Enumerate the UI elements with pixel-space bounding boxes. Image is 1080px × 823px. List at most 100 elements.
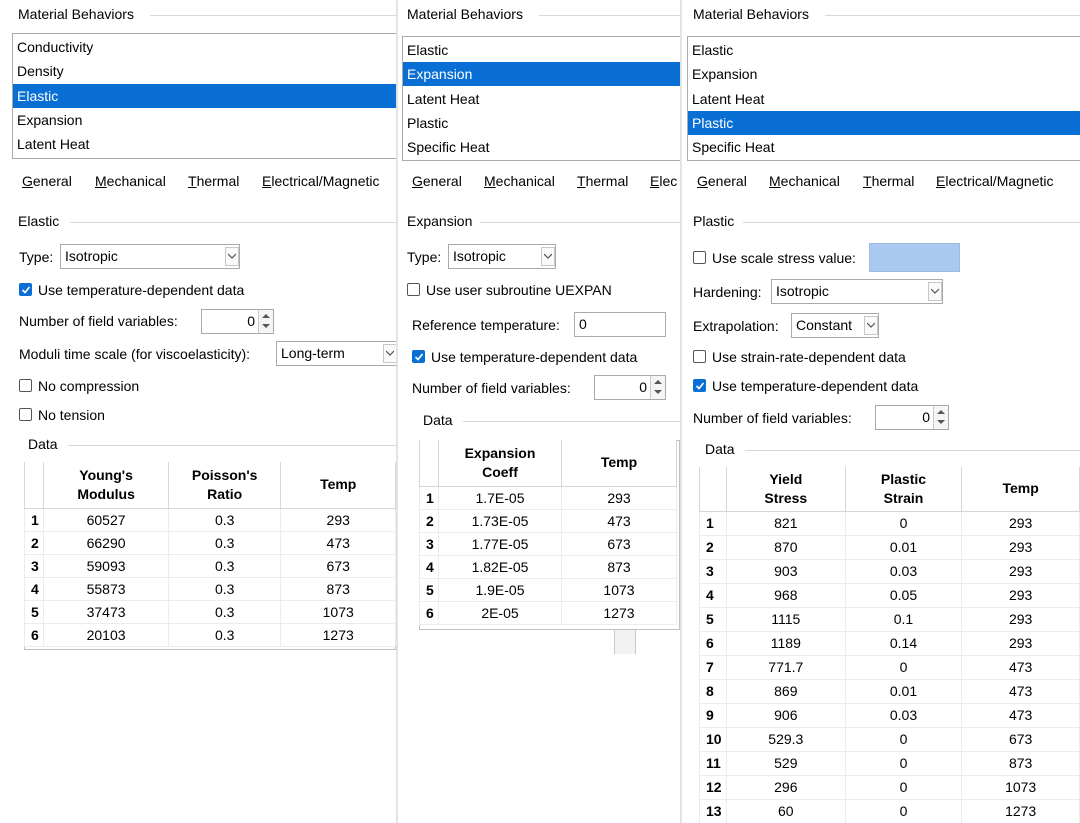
table-cell[interactable]: 0.05 xyxy=(844,582,963,608)
list-item-specific-heat[interactable]: Specific Heat xyxy=(403,135,680,159)
table-row[interactable]: 6 2E-05 1273 xyxy=(419,600,677,625)
table-cell[interactable]: 1.82E-05 xyxy=(438,554,562,579)
list-item-elastic[interactable]: Elastic xyxy=(13,84,396,108)
behaviors-list[interactable]: Elastic Expansion Latent Heat Plastic Sp… xyxy=(402,36,680,161)
table-cell[interactable]: 906 xyxy=(725,702,846,728)
list-item-latent-heat[interactable]: Latent Heat xyxy=(688,87,1080,111)
list-item-density[interactable]: Density xyxy=(13,59,396,83)
table-cell[interactable]: 529.3 xyxy=(725,726,846,752)
table-row[interactable]: 3 903 0.03 293 xyxy=(699,558,1080,584)
list-item-specific-heat[interactable]: Specific Heat xyxy=(688,135,1080,159)
list-item-conductivity[interactable]: Conductivity xyxy=(13,35,396,59)
table-cell[interactable]: 1115 xyxy=(725,606,846,632)
hardening-select[interactable]: Isotropic xyxy=(771,279,943,304)
scrollbar-thumb[interactable] xyxy=(614,630,636,654)
type-select[interactable]: Isotropic xyxy=(60,244,240,269)
spinner-arrows-icon[interactable] xyxy=(933,406,948,429)
table-cell[interactable]: 473 xyxy=(280,530,396,555)
table-row[interactable]: 6 1189 0.14 293 xyxy=(699,630,1080,656)
list-item-plastic[interactable]: Plastic xyxy=(403,111,680,135)
table-cell[interactable]: 529 xyxy=(725,750,846,776)
table-cell[interactable]: 293 xyxy=(961,606,1080,632)
table-row[interactable]: 3 1.77E-05 673 xyxy=(419,531,677,556)
table-cell[interactable]: 2E-05 xyxy=(438,600,562,625)
table-row[interactable]: 2 1.73E-05 473 xyxy=(419,508,677,533)
table-cell[interactable]: 37473 xyxy=(43,599,169,624)
table-cell[interactable]: 1.73E-05 xyxy=(438,508,562,533)
col-header-temp[interactable]: Temp xyxy=(561,440,677,487)
table-cell[interactable]: 821 xyxy=(725,510,846,536)
table-row[interactable]: 2 870 0.01 293 xyxy=(699,534,1080,560)
menu-electrical-magnetic[interactable]: Elec xyxy=(650,173,677,189)
list-item-latent-heat[interactable]: Latent Heat xyxy=(403,87,680,111)
table-cell[interactable]: 0.3 xyxy=(167,530,282,555)
menu-mechanical[interactable]: Mechanical xyxy=(769,173,840,189)
table-cell[interactable]: 968 xyxy=(725,582,846,608)
table-cell[interactable]: 0.3 xyxy=(167,507,282,532)
table-cell[interactable]: 1.7E-05 xyxy=(438,485,562,510)
menu-thermal[interactable]: Thermal xyxy=(863,173,914,189)
table-cell[interactable]: 0.1 xyxy=(844,606,963,632)
menu-general[interactable]: General xyxy=(412,173,462,189)
table-cell[interactable]: 1073 xyxy=(961,774,1080,800)
table-cell[interactable]: 903 xyxy=(725,558,846,584)
table-row[interactable]: 3 59093 0.3 673 xyxy=(23,553,396,578)
list-item-expansion[interactable]: Expansion xyxy=(13,108,396,132)
spinner-arrows-icon[interactable] xyxy=(258,310,273,333)
table-cell[interactable]: 1073 xyxy=(561,577,677,602)
col-header-plastic-strain[interactable]: Plastic Strain xyxy=(844,467,963,512)
table-cell[interactable]: 673 xyxy=(961,726,1080,752)
table-cell[interactable]: 473 xyxy=(561,508,677,533)
table-cell[interactable]: 673 xyxy=(280,553,396,578)
menu-mechanical[interactable]: Mechanical xyxy=(95,173,166,189)
table-cell[interactable]: 1273 xyxy=(961,798,1080,823)
table-cell[interactable]: 0.01 xyxy=(844,678,963,704)
table-row[interactable]: 5 1115 0.1 293 xyxy=(699,606,1080,632)
table-row[interactable]: 9 906 0.03 473 xyxy=(699,702,1080,728)
table-cell[interactable]: 60 xyxy=(725,798,846,823)
menu-general[interactable]: General xyxy=(22,173,72,189)
col-header-youngs-modulus[interactable]: Young's Modulus xyxy=(43,462,169,509)
table-cell[interactable]: 0.03 xyxy=(844,558,963,584)
list-item-latent-heat[interactable]: Latent Heat xyxy=(13,132,396,156)
col-header-yield-stress[interactable]: Yield Stress xyxy=(725,467,846,512)
scale-stress-input[interactable] xyxy=(869,243,960,272)
table-cell[interactable]: 473 xyxy=(961,654,1080,680)
table-row[interactable]: 5 37473 0.3 1073 xyxy=(23,599,396,624)
menu-mechanical[interactable]: Mechanical xyxy=(484,173,555,189)
table-row[interactable]: 12 296 0 1073 xyxy=(699,774,1080,800)
table-cell[interactable]: 60527 xyxy=(43,507,169,532)
table-cell[interactable]: 1073 xyxy=(280,599,396,624)
table-cell[interactable]: 869 xyxy=(725,678,846,704)
list-item-expansion[interactable]: Expansion xyxy=(688,62,1080,86)
table-cell[interactable]: 293 xyxy=(280,507,396,532)
table-cell[interactable]: 0 xyxy=(844,510,963,536)
table-cell[interactable]: 873 xyxy=(561,554,677,579)
table-cell[interactable]: 55873 xyxy=(43,576,169,601)
behaviors-list[interactable]: Elastic Expansion Latent Heat Plastic Sp… xyxy=(687,36,1080,161)
table-cell[interactable]: 870 xyxy=(725,534,846,560)
col-header-temp[interactable]: Temp xyxy=(280,462,396,509)
table-cell[interactable]: 0.03 xyxy=(844,702,963,728)
field-vars-spinner[interactable]: 0 xyxy=(201,309,274,334)
spinner-arrows-icon[interactable] xyxy=(650,376,665,399)
table-cell[interactable]: 0 xyxy=(844,774,963,800)
table-cell[interactable]: 0 xyxy=(844,798,963,823)
table-cell[interactable]: 0.3 xyxy=(167,622,282,647)
table-cell[interactable]: 873 xyxy=(280,576,396,601)
table-cell[interactable]: 473 xyxy=(961,678,1080,704)
table-cell[interactable]: 1189 xyxy=(725,630,846,656)
table-row[interactable]: 4 55873 0.3 873 xyxy=(23,576,396,601)
list-item-elastic[interactable]: Elastic xyxy=(688,38,1080,62)
table-row[interactable]: 6 20103 0.3 1273 xyxy=(23,622,396,647)
table-row[interactable]: 13 60 0 1273 xyxy=(699,798,1080,823)
table-cell[interactable]: 1.9E-05 xyxy=(438,577,562,602)
table-cell[interactable]: 0.14 xyxy=(844,630,963,656)
field-vars-spinner[interactable]: 0 xyxy=(594,375,666,400)
menu-electrical-magnetic[interactable]: Electrical/Magnetic xyxy=(262,173,380,189)
table-row[interactable]: 4 968 0.05 293 xyxy=(699,582,1080,608)
table-cell[interactable]: 673 xyxy=(561,531,677,556)
table-cell[interactable]: 293 xyxy=(961,558,1080,584)
list-item-elastic[interactable]: Elastic xyxy=(403,38,680,62)
table-row[interactable]: 2 66290 0.3 473 xyxy=(23,530,396,555)
